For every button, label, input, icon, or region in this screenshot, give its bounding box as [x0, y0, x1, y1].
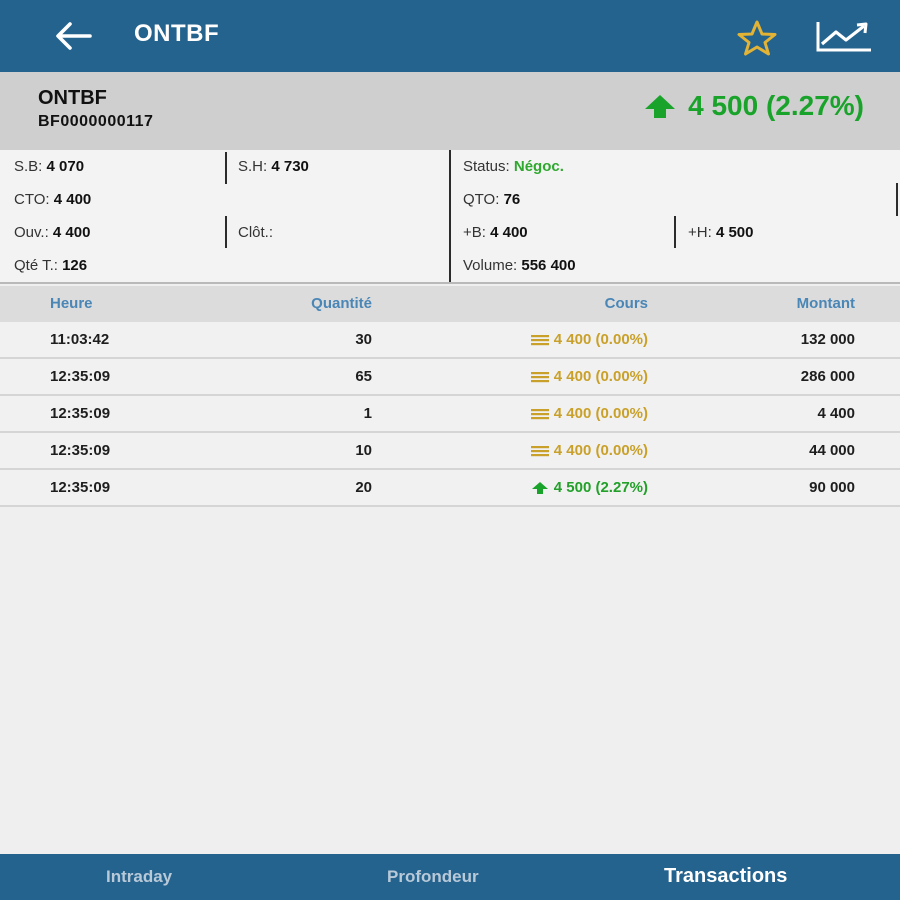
favorite-button[interactable]	[734, 18, 780, 56]
bottom-tab-bar: Intraday Profondeur Transactions	[0, 854, 900, 900]
back-button[interactable]	[52, 18, 94, 54]
column-header-heure[interactable]: Heure	[50, 295, 93, 312]
qto-field: QTO: 76	[463, 191, 520, 208]
column-header-cours[interactable]: Cours	[605, 295, 648, 312]
instrument-summary: ONTBF BF0000000117 4 500 (2.27%)	[0, 72, 900, 150]
sb-field: S.B: 4 070	[14, 158, 84, 175]
line-chart-icon	[816, 22, 871, 52]
tab-intraday[interactable]: Intraday	[106, 867, 172, 887]
clot-label: Clôt.:	[238, 224, 274, 241]
cell-cours: 4 400 (0.00%)	[530, 331, 648, 348]
status-field: Status: Négoc.	[463, 158, 564, 175]
table-row[interactable]: 12:35:09 65 4 400 (0.00%) 286 000	[0, 359, 900, 396]
column-header-montant[interactable]: Montant	[797, 295, 855, 312]
cell-cours-value: 4 400 (0.00%)	[553, 405, 648, 422]
volume-label: Volume:	[463, 257, 518, 274]
qte-field: Qté T.: 126	[14, 257, 87, 274]
arrow-up-icon	[531, 481, 548, 494]
divider	[896, 183, 898, 216]
top-app-bar: ONTBF	[0, 0, 900, 72]
ouv-field: Ouv.: 4 400	[14, 224, 90, 241]
clot-field: Clôt.:	[238, 224, 273, 241]
divider	[225, 152, 227, 184]
sh-field: S.H: 4 730	[238, 158, 309, 175]
instrument-info-panel: S.B: 4 070 S.H: 4 730 CTO: 4 400 Ouv.: 4…	[0, 150, 900, 284]
plush-field: +H: 4 500	[688, 224, 753, 241]
volume-field: Volume: 556 400	[463, 257, 576, 274]
cto-field: CTO: 4 400	[14, 191, 91, 208]
status-label: Status:	[463, 158, 510, 175]
cell-montant: 4 400	[817, 405, 855, 422]
arrow-up-icon	[645, 95, 676, 118]
cell-cours-value: 4 400 (0.00%)	[553, 331, 648, 348]
cell-quantite: 30	[355, 331, 372, 348]
table-row[interactable]: 12:35:09 10 4 400 (0.00%) 44 000	[0, 433, 900, 470]
instrument-symbol: ONTBF	[38, 87, 107, 109]
cell-heure: 12:35:09	[50, 479, 111, 496]
sh-value: 4 730	[271, 158, 309, 175]
cell-heure: 12:35:09	[50, 368, 111, 385]
column-header-quantite[interactable]: Quantité	[311, 295, 372, 312]
table-row[interactable]: 12:35:09 20 4 500 (2.27%) 90 000	[0, 470, 900, 507]
cell-montant: 90 000	[809, 479, 855, 496]
divider	[674, 216, 676, 248]
equal-bars-icon	[530, 334, 549, 345]
instrument-isin: BF0000000117	[38, 113, 154, 130]
chart-button[interactable]	[814, 16, 874, 56]
cto-label: CTO:	[14, 191, 50, 208]
star-outline-icon	[737, 20, 777, 56]
ouv-value: 4 400	[52, 224, 91, 241]
sb-value: 4 070	[46, 158, 85, 175]
cell-heure: 11:03:42	[50, 331, 110, 348]
divider	[225, 216, 227, 248]
tab-profondeur[interactable]: Profondeur	[387, 867, 479, 887]
cell-quantite: 1	[363, 405, 372, 422]
cell-cours-value: 4 400 (0.00%)	[553, 368, 648, 385]
column-divider	[449, 150, 451, 282]
qto-label: QTO:	[463, 191, 500, 208]
plush-value: 4 500	[715, 224, 754, 241]
plusb-value: 4 400	[490, 224, 528, 241]
cto-value: 4 400	[53, 191, 92, 208]
cell-montant: 44 000	[809, 442, 855, 459]
cell-heure: 12:35:09	[50, 442, 111, 459]
last-price-value: 4 500 (2.27%)	[688, 90, 864, 121]
cell-quantite: 20	[355, 479, 372, 496]
cell-montant: 286 000	[800, 368, 855, 385]
equal-bars-icon	[530, 371, 549, 382]
tab-transactions[interactable]: Transactions	[664, 865, 787, 888]
sh-label: S.H:	[238, 158, 268, 175]
table-row[interactable]: 12:35:09 1 4 400 (0.00%) 4 400	[0, 396, 900, 433]
last-price: 4 500 (2.27%)	[642, 90, 864, 122]
sb-label: S.B:	[14, 158, 43, 175]
cell-cours: 4 500 (2.27%)	[530, 479, 648, 496]
cell-quantite: 65	[355, 368, 372, 385]
cell-quantite: 10	[355, 442, 372, 459]
transactions-table-header: Heure Quantité Cours Montant	[0, 286, 900, 322]
plush-label: +H:	[688, 224, 712, 241]
arrow-left-icon	[56, 22, 92, 50]
qte-label: Qté T.:	[14, 257, 58, 274]
cell-cours-value: 4 500 (2.27%)	[553, 479, 648, 496]
cell-cours: 4 400 (0.00%)	[530, 368, 648, 385]
status-value: Négoc.	[513, 158, 564, 175]
volume-value: 556 400	[521, 257, 576, 274]
equal-bars-icon	[530, 408, 549, 419]
qte-value: 126	[62, 257, 88, 274]
cell-cours: 4 400 (0.00%)	[530, 442, 648, 459]
qto-value: 76	[503, 191, 521, 208]
page-title: ONTBF	[134, 20, 220, 47]
cell-cours: 4 400 (0.00%)	[530, 405, 648, 422]
ouv-label: Ouv.:	[14, 224, 49, 241]
cell-montant: 132 000	[800, 331, 855, 348]
cell-cours-value: 4 400 (0.00%)	[553, 442, 648, 459]
equal-bars-icon	[530, 445, 549, 456]
table-row[interactable]: 11:03:42 30 4 400 (0.00%) 132 000	[0, 322, 900, 359]
cell-heure: 12:35:09	[50, 405, 111, 422]
plusb-label: +B:	[463, 224, 486, 241]
plusb-field: +B: 4 400	[463, 224, 528, 241]
